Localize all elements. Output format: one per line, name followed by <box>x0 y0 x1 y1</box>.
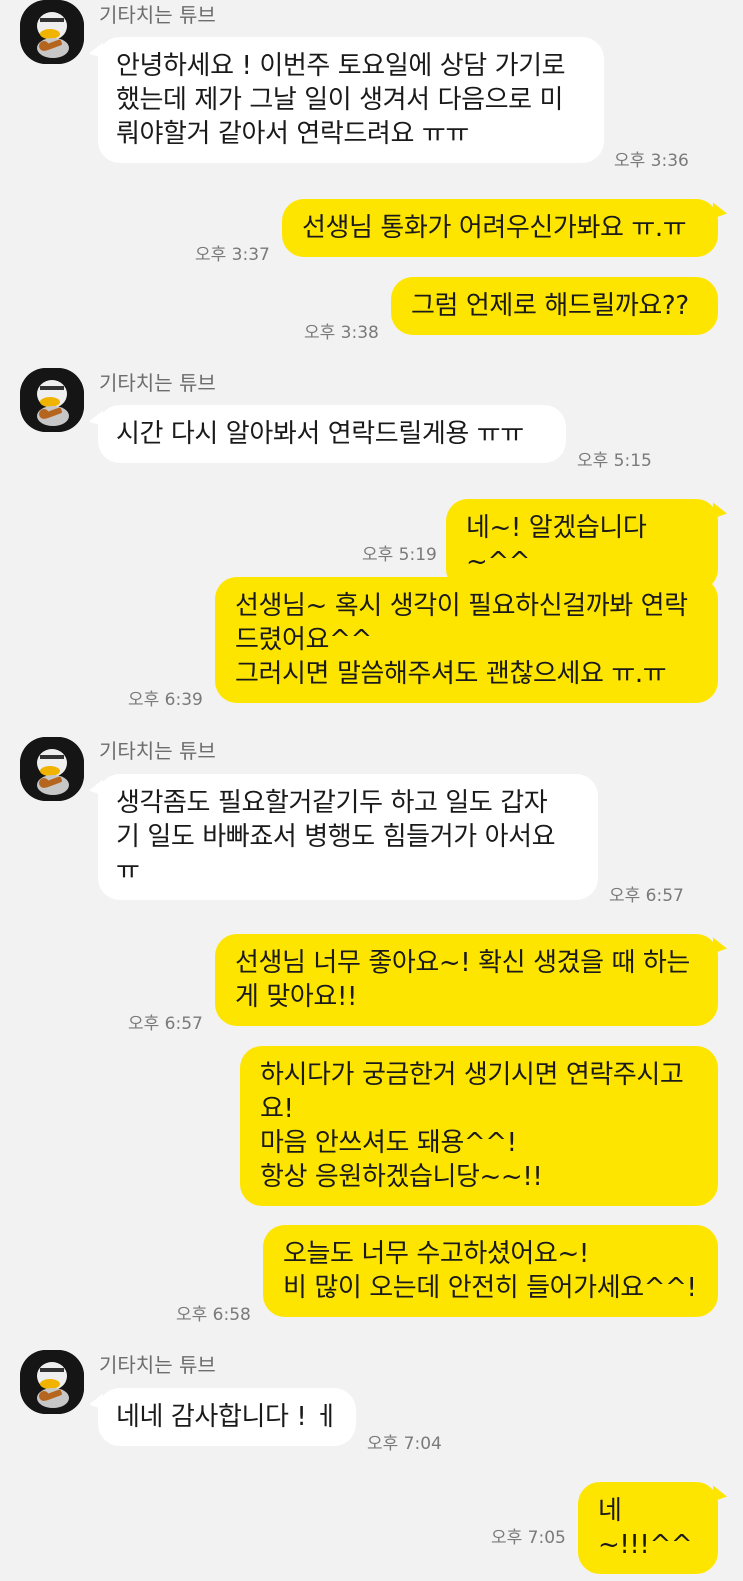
avatar[interactable] <box>20 737 84 801</box>
message-bubble-outgoing[interactable]: 네~!!!^^ <box>578 1482 718 1574</box>
avatar[interactable] <box>20 368 84 432</box>
message-time: 오후 6:57 <box>609 886 684 906</box>
message-bubble-outgoing[interactable]: 하시다가 궁금한거 생기시면 연락주시고 요! 마음 안쓰셔도 돼용^^! 항상… <box>240 1046 718 1206</box>
message-bubble-outgoing[interactable]: 선생님 너무 좋아요~! 확신 생겼을 때 하는 게 맞아요!! <box>215 934 718 1026</box>
sender-name: 기타치는 튜브 <box>99 371 216 395</box>
message-time: 오후 5:15 <box>577 451 652 471</box>
message-time: 오후 7:04 <box>367 1434 442 1454</box>
message-time: 오후 7:05 <box>491 1528 566 1548</box>
message-time: 오후 3:38 <box>304 323 379 343</box>
message-bubble-incoming[interactable]: 안녕하세요 ! 이번주 토요일에 상담 가기로 했는데 제가 그날 일이 생겨서… <box>98 37 604 163</box>
avatar[interactable] <box>20 0 84 64</box>
sender-name: 기타치는 튜브 <box>99 739 216 763</box>
message-time: 오후 6:39 <box>128 690 203 710</box>
duck-avatar-icon <box>20 737 84 801</box>
message-time: 오후 6:57 <box>128 1014 203 1034</box>
message-bubble-outgoing[interactable]: 그럼 언제로 해드릴까요?? <box>391 277 718 335</box>
message-bubble-incoming[interactable]: 네네 감사합니다 ! ㅔ <box>98 1388 356 1446</box>
message-time: 오후 3:36 <box>614 151 689 171</box>
sender-name: 기타치는 튜브 <box>99 3 216 27</box>
message-bubble-incoming[interactable]: 시간 다시 알아봐서 연락드릴게용 ㅠㅠ <box>98 405 566 463</box>
message-time: 오후 5:19 <box>362 545 437 565</box>
sender-name: 기타치는 튜브 <box>99 1353 216 1377</box>
duck-avatar-icon <box>20 1350 84 1414</box>
message-bubble-incoming[interactable]: 생각좀도 필요할거같기두 하고 일도 갑자 기 일도 바빠죠서 병행도 힘들거가… <box>98 774 598 900</box>
message-bubble-outgoing[interactable]: 선생님 통화가 어려우신가봐요 ㅠ.ㅠ <box>282 199 718 257</box>
duck-avatar-icon <box>20 368 84 432</box>
message-time: 오후 6:58 <box>176 1305 251 1325</box>
message-bubble-outgoing[interactable]: 오늘도 너무 수고하셨어요~! 비 많이 오는데 안전히 들어가세요^^! <box>263 1225 718 1317</box>
message-bubble-outgoing[interactable]: 선생님~ 혹시 생각이 필요하신걸까봐 연락 드렸어요^^ 그러시면 말씀해주셔… <box>215 577 718 703</box>
chat-thread: 기타치는 튜브 안녕하세요 ! 이번주 토요일에 상담 가기로 했는데 제가 그… <box>0 0 743 1581</box>
duck-avatar-icon <box>20 0 84 64</box>
message-time: 오후 3:37 <box>195 245 270 265</box>
avatar[interactable] <box>20 1350 84 1414</box>
